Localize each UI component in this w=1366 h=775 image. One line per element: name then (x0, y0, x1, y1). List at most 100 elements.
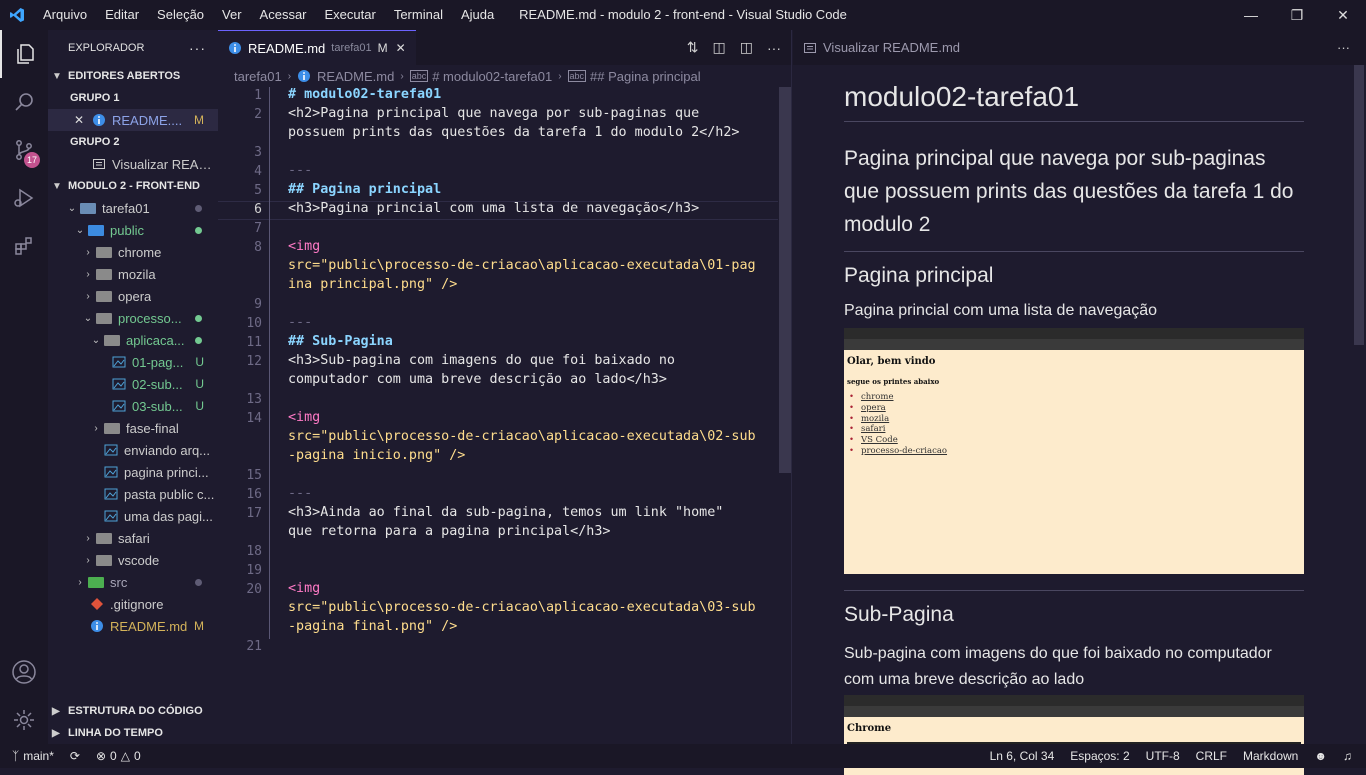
tree-folder-aplicacao[interactable]: ⌄ aplicaca... (48, 329, 218, 351)
chevron-right-icon: › (400, 70, 404, 82)
folder-open-icon (80, 202, 96, 214)
menu-editar[interactable]: Editar (96, 0, 148, 30)
open-editors-header: EDITORES ABERTOS (68, 70, 181, 82)
feedback-icon[interactable]: ☻ (1306, 749, 1335, 763)
image-file-icon (112, 355, 126, 369)
search-icon[interactable] (0, 78, 48, 126)
tree-folder-public[interactable]: ⌄ public (48, 219, 218, 241)
more-actions-icon[interactable]: ··· (189, 40, 206, 56)
run-debug-icon[interactable] (0, 174, 48, 222)
tree-folder-mozila[interactable]: › mozila (48, 263, 218, 285)
tree-folder-vscode[interactable]: › vscode (48, 549, 218, 571)
menu-selecao[interactable]: Seleção (148, 0, 213, 30)
tree-folder-chrome[interactable]: › chrome (48, 241, 218, 263)
compare-changes-icon[interactable]: ⇅ (687, 39, 699, 56)
more-actions-icon[interactable]: ··· (1337, 40, 1350, 55)
tree-file-02[interactable]: 02-sub... U (48, 373, 218, 395)
tab-label: README.md (248, 40, 326, 56)
notifications-bell-icon[interactable]: ♫ (1335, 749, 1360, 763)
tab-preview[interactable]: Visualizar README.md ··· (793, 30, 1366, 65)
breadcrumb-item[interactable]: # modulo02-tarefa01 (432, 69, 552, 84)
code-line: computador com uma breve descrição ao la… (288, 372, 667, 387)
chevron-right-icon: › (86, 290, 90, 302)
tree-file-uma[interactable]: uma das pagi... (48, 505, 218, 527)
browser-bookmarks (844, 706, 1304, 717)
status-dot (195, 227, 202, 234)
shot-link: chrome (861, 392, 894, 402)
line-number: 12 (246, 354, 262, 369)
line-number: 17 (246, 506, 262, 521)
menu-ajuda[interactable]: Ajuda (452, 0, 503, 30)
status-bar: ᛉ main* ⟳ ⊗ 0 △ 0 Ln 6, Col 34 Espaços: … (0, 744, 1366, 768)
breadcrumb: tarefa01 › README.md › abc # modulo02-ta… (218, 65, 791, 87)
open-editors-section[interactable]: ▼ EDITORES ABERTOS (48, 65, 218, 87)
preview-scrollbar[interactable] (1354, 65, 1364, 345)
tree-label: vscode (118, 552, 160, 568)
sync-button[interactable]: ⟳ (62, 749, 88, 763)
open-editor-readme[interactable]: ✕ README.... M (48, 109, 218, 131)
tree-folder-fase-final[interactable]: › fase-final (48, 417, 218, 439)
tree-file-pagina[interactable]: pagina princi... (48, 461, 218, 483)
code-line: <h3>Sub-pagina com imagens do que foi ba… (288, 353, 675, 368)
modified-badge: M (377, 41, 388, 55)
tree-folder-tarefa01[interactable]: ⌄ tarefa01 (48, 197, 218, 219)
source-control-icon[interactable]: 17 (0, 126, 48, 174)
outline-section[interactable]: ▶ ESTRUTURA DO CÓDIGO (48, 700, 218, 722)
maximize-button[interactable]: ❐ (1274, 0, 1320, 30)
menu-terminal[interactable]: Terminal (385, 0, 452, 30)
errors-count: 0 (110, 749, 117, 763)
line-number: 13 (246, 392, 262, 407)
open-preview-icon[interactable]: ◫ (713, 39, 726, 56)
menu-arquivo[interactable]: Arquivo (34, 0, 96, 30)
tree-folder-safari[interactable]: › safari (48, 527, 218, 549)
open-editor-preview[interactable]: Visualizar READ... (48, 153, 218, 175)
explorer-sidebar: EXPLORADOR ··· ▼ EDITORES ABERTOS GRUPO 1… (48, 30, 218, 744)
tree-label: public (110, 222, 144, 238)
tree-file-gitignore[interactable]: .gitignore (48, 593, 218, 615)
tree-file-readme[interactable]: README.md M (48, 615, 218, 637)
line-number: 14 (246, 411, 262, 426)
indentation[interactable]: Espaços: 2 (1062, 749, 1137, 763)
cursor-position[interactable]: Ln 6, Col 34 (982, 749, 1063, 763)
encoding[interactable]: UTF-8 (1138, 749, 1188, 763)
tree-file-03[interactable]: 03-sub... U (48, 395, 218, 417)
more-actions-icon[interactable]: ··· (767, 40, 781, 56)
accounts-icon[interactable] (0, 648, 48, 696)
minimize-button[interactable]: — (1228, 0, 1274, 30)
timeline-section[interactable]: ▶ LINHA DO TEMPO (48, 722, 218, 744)
close-icon[interactable]: ✕ (396, 41, 406, 55)
tree-file-pasta[interactable]: pasta public c... (48, 483, 218, 505)
chevron-right-icon: ▶ (52, 727, 60, 739)
close-window-button[interactable]: ✕ (1320, 0, 1366, 30)
list-item: VS Code (861, 435, 1301, 446)
tab-readme[interactable]: README.md tarefa01 M ✕ (218, 30, 416, 65)
explorer-icon[interactable] (0, 30, 48, 78)
breadcrumb-item[interactable]: README.md (317, 69, 394, 84)
editor-scrollbar[interactable] (779, 87, 791, 473)
modified-badge: M (194, 113, 204, 127)
shot-link: VS Code (861, 435, 898, 446)
tree-folder-src[interactable]: › src (48, 571, 218, 593)
menu-ver[interactable]: Ver (213, 0, 251, 30)
tree-folder-processo[interactable]: ⌄ processo... (48, 307, 218, 329)
screenshot-image-1: Olar, bem vindo segue os printes abaixo … (844, 328, 1304, 574)
git-icon (90, 597, 104, 611)
problems-indicator[interactable]: ⊗ 0 △ 0 (88, 749, 149, 763)
settings-gear-icon[interactable] (0, 696, 48, 744)
tree-folder-opera[interactable]: › opera (48, 285, 218, 307)
split-editor-icon[interactable]: ◫ (740, 39, 753, 56)
breadcrumb-item[interactable]: tarefa01 (234, 69, 282, 84)
workspace-section[interactable]: ▼ MODULO 2 - FRONT-END (48, 175, 218, 197)
menu-executar[interactable]: Executar (316, 0, 385, 30)
menu-acessar[interactable]: Acessar (251, 0, 316, 30)
tree-file-01[interactable]: 01-pag... U (48, 351, 218, 373)
code-line: src="public\processo-de-criacao\aplicaca… (288, 258, 756, 273)
branch-indicator[interactable]: ᛉ main* (0, 749, 62, 763)
close-icon[interactable]: ✕ (74, 113, 88, 127)
line-ending[interactable]: CRLF (1188, 749, 1235, 763)
breadcrumb-item[interactable]: ## Pagina principal (590, 69, 701, 84)
line-number: 19 (246, 563, 262, 578)
extensions-icon[interactable] (0, 222, 48, 270)
language-mode[interactable]: Markdown (1235, 749, 1306, 763)
tree-file-enviando[interactable]: enviando arq... (48, 439, 218, 461)
